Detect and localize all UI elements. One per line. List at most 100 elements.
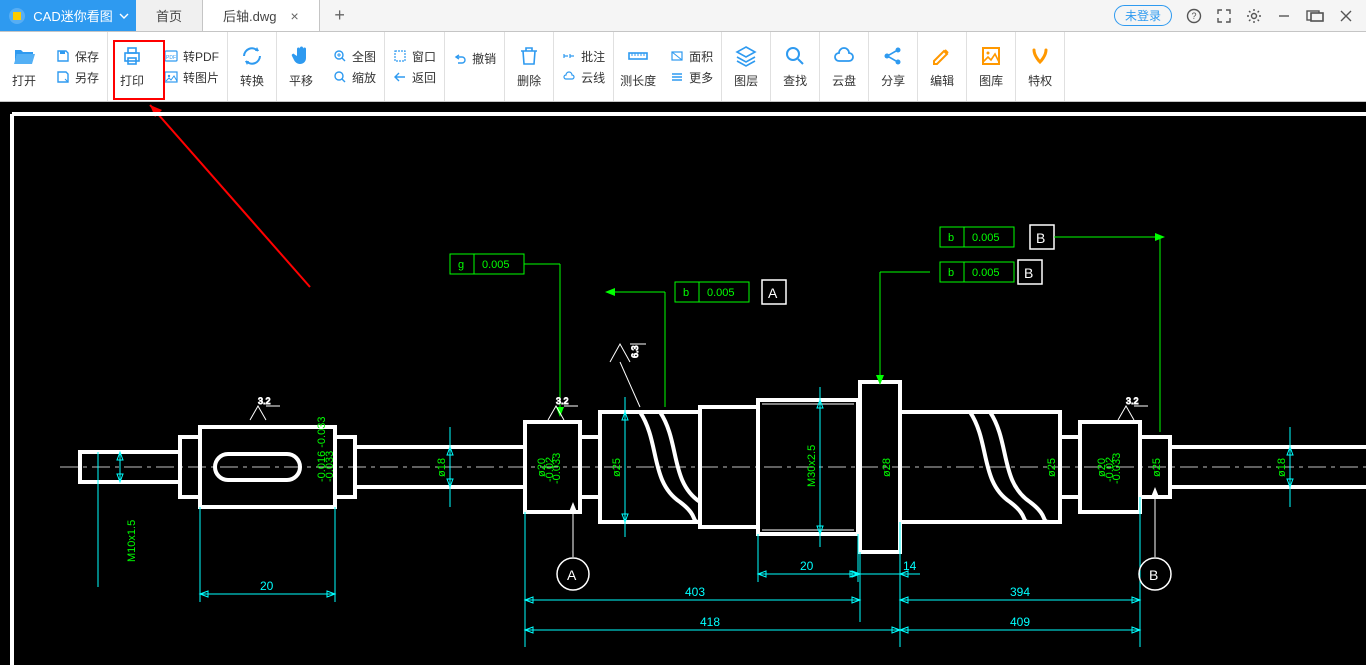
annotate-icon bbox=[562, 49, 576, 63]
annotate-button[interactable]: 批注 bbox=[560, 46, 607, 67]
gtol-g: g0.005 bbox=[450, 254, 564, 417]
saveas-button[interactable]: 另存 bbox=[54, 67, 101, 88]
image-icon bbox=[164, 70, 178, 84]
app-menu-button[interactable]: CAD迷你看图 bbox=[0, 0, 136, 31]
svg-text:-0.033: -0.033 bbox=[1111, 453, 1123, 484]
cloud-disk-icon bbox=[832, 44, 856, 68]
zoom-icon bbox=[333, 70, 347, 84]
cloud-icon bbox=[562, 70, 576, 84]
hand-icon bbox=[289, 44, 313, 68]
svg-text:b: b bbox=[948, 232, 954, 244]
svg-text:A: A bbox=[567, 567, 577, 583]
svg-text:ø25: ø25 bbox=[1046, 458, 1058, 477]
gtol-bB-lower: b0.005 B bbox=[876, 260, 1042, 385]
cloud-button[interactable]: 云线 bbox=[560, 67, 607, 88]
svg-text:M30x2.5: M30x2.5 bbox=[806, 445, 818, 487]
fit-button[interactable]: 全图 bbox=[331, 46, 378, 67]
svg-text:0.005: 0.005 bbox=[972, 232, 1000, 244]
chevron-down-icon bbox=[119, 13, 129, 19]
share-button[interactable]: 分享 bbox=[869, 32, 918, 101]
layer-button[interactable]: 图层 bbox=[722, 32, 771, 101]
svg-text:14: 14 bbox=[903, 559, 917, 573]
svg-text:PDF: PDF bbox=[166, 55, 176, 61]
window-icon bbox=[393, 49, 407, 63]
save-icon bbox=[56, 49, 70, 63]
svg-text:20: 20 bbox=[800, 559, 814, 573]
share-icon bbox=[881, 44, 905, 68]
back-button[interactable]: 返回 bbox=[391, 67, 438, 88]
trash-icon bbox=[517, 44, 541, 68]
saveas-icon bbox=[56, 70, 70, 84]
fit-icon bbox=[333, 49, 347, 63]
printer-icon bbox=[120, 44, 144, 68]
convert-icon bbox=[240, 44, 264, 68]
open-button[interactable]: 打开 bbox=[0, 32, 48, 101]
surf-1: 3.2 bbox=[250, 396, 280, 420]
svg-text:3.2: 3.2 bbox=[556, 396, 569, 406]
svg-text:3.2: 3.2 bbox=[258, 396, 271, 406]
to-image-button[interactable]: 转图片 bbox=[162, 67, 221, 88]
more-icon bbox=[670, 70, 684, 84]
tab-file[interactable]: 后轴.dwg × bbox=[203, 0, 320, 31]
to-pdf-button[interactable]: PDF转PDF bbox=[162, 46, 221, 67]
save-button[interactable]: 保存 bbox=[54, 46, 101, 67]
new-tab-button[interactable]: + bbox=[320, 0, 360, 31]
datum-B: B bbox=[1139, 487, 1171, 590]
svg-text:-0.033: -0.033 bbox=[551, 453, 563, 484]
svg-text:394: 394 bbox=[1010, 585, 1030, 599]
delete-button[interactable]: 删除 bbox=[505, 32, 554, 101]
cloud-disk-button[interactable]: 云盘 bbox=[820, 32, 869, 101]
svg-text:6.3: 6.3 bbox=[630, 345, 640, 358]
svg-text:0.005: 0.005 bbox=[707, 287, 735, 299]
svg-text:?: ? bbox=[1191, 11, 1196, 21]
folder-open-icon bbox=[12, 44, 36, 68]
datum-A: A bbox=[557, 502, 589, 590]
area-icon bbox=[670, 49, 684, 63]
thread-m10: M10x1.5 bbox=[126, 520, 138, 562]
svg-text:B: B bbox=[1024, 265, 1033, 281]
svg-text:ø18: ø18 bbox=[436, 458, 448, 477]
svg-text:20: 20 bbox=[260, 579, 274, 593]
svg-text:b: b bbox=[683, 287, 689, 299]
svg-text:B: B bbox=[1149, 567, 1158, 583]
fullscreen-icon[interactable] bbox=[1216, 8, 1232, 24]
svg-text:B: B bbox=[1036, 230, 1045, 246]
close-icon[interactable]: × bbox=[290, 8, 298, 24]
undo-icon bbox=[453, 52, 467, 66]
svg-text:A: A bbox=[768, 285, 778, 301]
toolbar: 打开 保存 另存 打印 PDF转PDF 转图片 转换 平移 全图 缩放 窗口 返… bbox=[0, 32, 1366, 102]
edit-icon bbox=[930, 44, 954, 68]
maximize-icon[interactable] bbox=[1306, 10, 1324, 22]
more-button[interactable]: 更多 bbox=[668, 67, 715, 88]
pdf-icon: PDF bbox=[164, 49, 178, 63]
back-icon bbox=[393, 70, 407, 84]
area-button[interactable]: 面积 bbox=[668, 46, 715, 67]
zoom-button[interactable]: 缩放 bbox=[331, 67, 378, 88]
svg-text:3.2: 3.2 bbox=[1126, 396, 1139, 406]
convert-button[interactable]: 转换 bbox=[228, 32, 277, 101]
svg-text:ø28: ø28 bbox=[881, 458, 893, 477]
edit-button[interactable]: 编辑 bbox=[918, 32, 967, 101]
login-button[interactable]: 未登录 bbox=[1114, 5, 1172, 26]
gallery-button[interactable]: 图库 bbox=[967, 32, 1016, 101]
find-button[interactable]: 查找 bbox=[771, 32, 820, 101]
layers-icon bbox=[734, 44, 758, 68]
svg-text:418: 418 bbox=[700, 615, 720, 629]
cad-canvas[interactable]: M10x1.5 -0.016 -0.033 -0.033 ø18 ø20 -0.… bbox=[0, 102, 1366, 665]
vip-icon bbox=[1028, 44, 1052, 68]
ruler-icon bbox=[626, 44, 650, 68]
surf-63: 6.3 bbox=[610, 344, 646, 407]
measure-button[interactable]: 测长度 bbox=[614, 32, 662, 101]
tab-home[interactable]: 首页 bbox=[136, 0, 203, 31]
undo-button[interactable]: 撤销 bbox=[451, 48, 498, 69]
vip-button[interactable]: 特权 bbox=[1016, 32, 1065, 101]
cad-drawing: M10x1.5 -0.016 -0.033 -0.033 ø18 ø20 -0.… bbox=[0, 102, 1366, 665]
app-name: CAD迷你看图 bbox=[33, 6, 112, 25]
print-button[interactable]: 打印 bbox=[108, 32, 156, 101]
window-button[interactable]: 窗口 bbox=[391, 46, 438, 67]
minimize-icon[interactable] bbox=[1276, 8, 1292, 24]
close-window-icon[interactable] bbox=[1338, 8, 1354, 24]
gear-icon[interactable] bbox=[1246, 8, 1262, 24]
help-icon[interactable]: ? bbox=[1186, 8, 1202, 24]
pan-button[interactable]: 平移 bbox=[277, 32, 325, 101]
